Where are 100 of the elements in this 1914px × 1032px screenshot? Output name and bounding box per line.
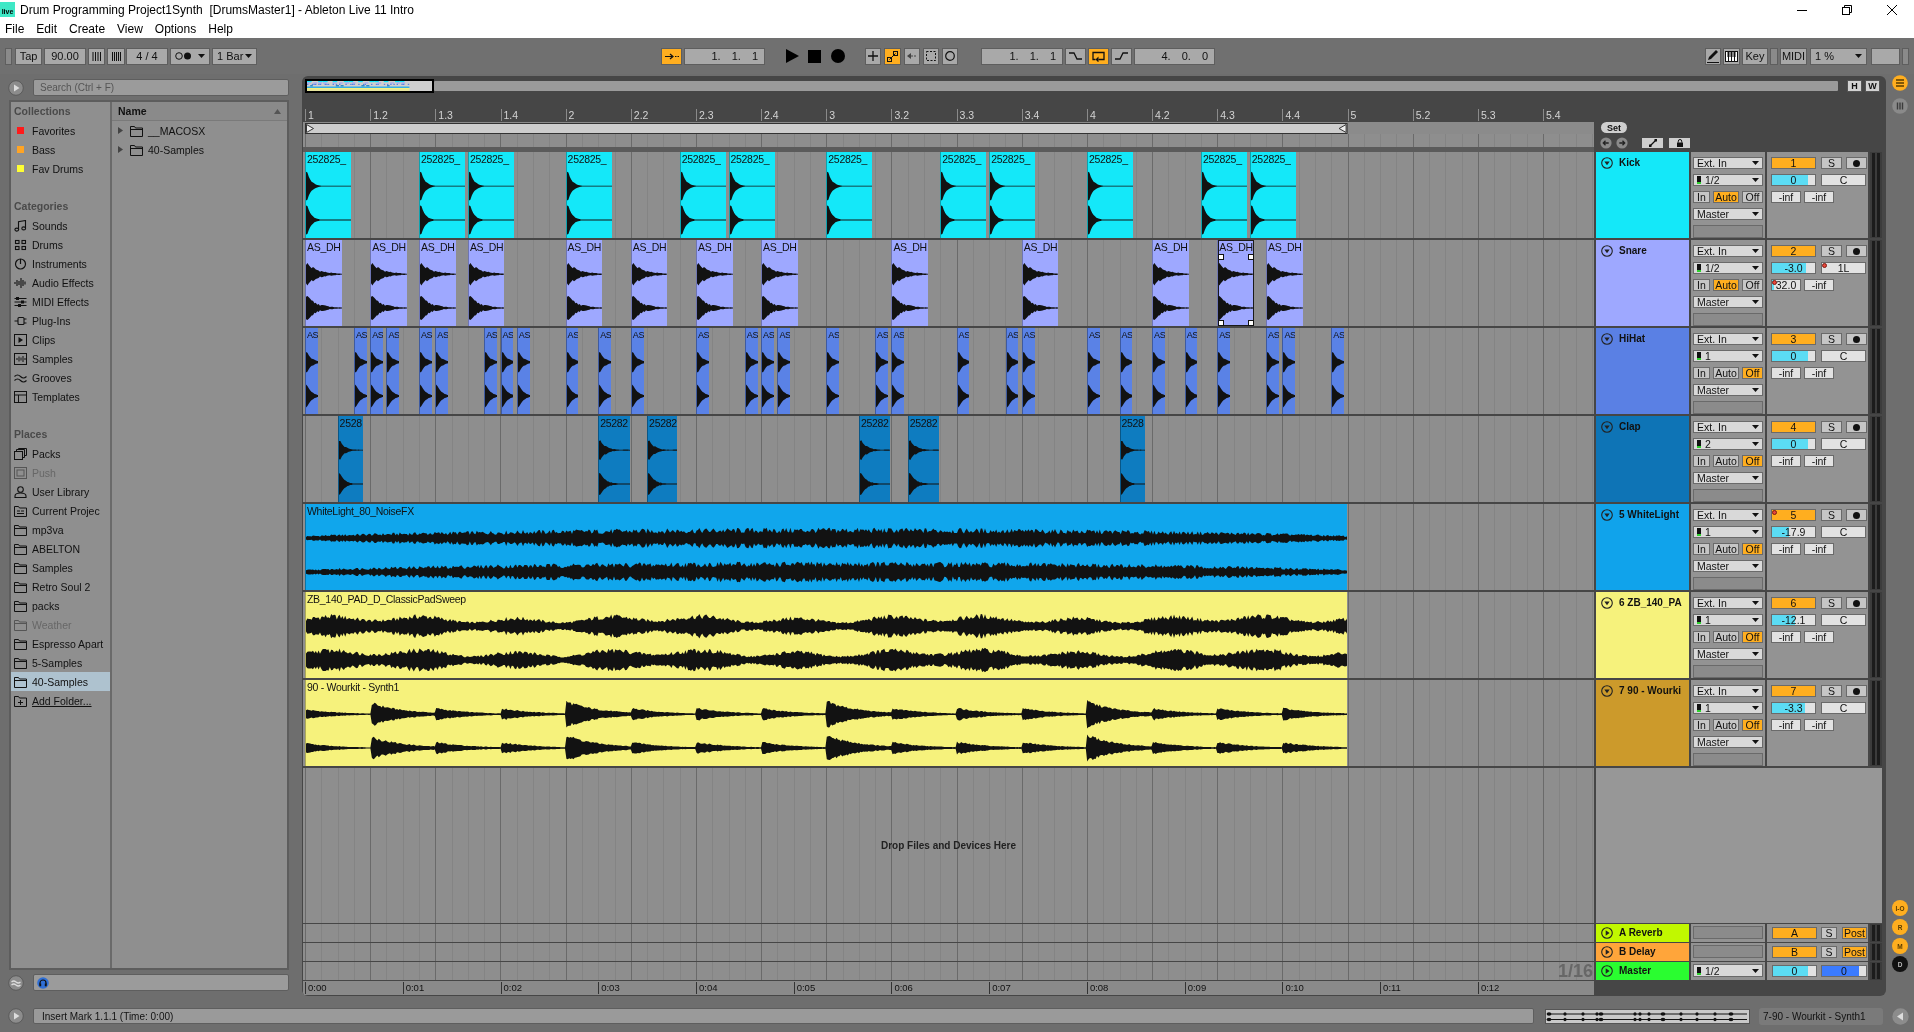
monitor-button[interactable]: Auto: [1713, 455, 1739, 467]
sidebar-item[interactable]: Samples: [11, 349, 110, 368]
track-header[interactable]: Kick: [1596, 152, 1689, 238]
audio-clip[interactable]: 252825_: [679, 152, 726, 238]
send-slider[interactable]: -inf: [1804, 279, 1834, 291]
audio-clip[interactable]: 252825_: [565, 152, 612, 238]
audio-clip[interactable]: AS: [891, 328, 905, 414]
loop-length-field[interactable]: 4. 0. 0: [1134, 47, 1215, 65]
solo-button[interactable]: S: [1821, 685, 1842, 697]
punch-in-button[interactable]: [1065, 47, 1086, 65]
tap-button[interactable]: Tap: [15, 47, 42, 65]
track-header[interactable]: B Delay: [1596, 943, 1689, 961]
send-slider[interactable]: -inf: [1771, 631, 1801, 643]
audio-clip[interactable]: AS_DH: [630, 240, 668, 326]
track-activator-button[interactable]: A: [1772, 927, 1817, 939]
volume-slider[interactable]: 0: [1771, 174, 1816, 186]
monitor-button[interactable]: Auto: [1713, 279, 1739, 291]
play-icon[interactable]: [786, 49, 799, 63]
monitor-button[interactable]: In: [1693, 367, 1710, 379]
audio-clip[interactable]: AS: [484, 328, 497, 414]
expand-icon[interactable]: [1601, 965, 1613, 977]
monitor-button[interactable]: In: [1693, 631, 1710, 643]
audio-clip[interactable]: 252825_: [1200, 152, 1248, 238]
track-header[interactable]: A Reverb: [1596, 924, 1689, 942]
monitor-button[interactable]: In: [1693, 543, 1710, 555]
send-slider[interactable]: -inf: [1771, 543, 1801, 555]
audio-clip[interactable]: AS: [875, 328, 888, 414]
monitor-button[interactable]: Auto: [1713, 631, 1739, 643]
collapse-icon[interactable]: [1601, 245, 1613, 257]
close-icon[interactable]: [1887, 4, 1897, 15]
arrow-circle-icon[interactable]: [8, 1008, 24, 1024]
track-activator-button[interactable]: 4: [1771, 421, 1816, 433]
volume-slider[interactable]: 0: [1771, 438, 1816, 450]
cue-volume-slider[interactable]: 0: [1821, 965, 1867, 977]
resize-handle[interactable]: [1247, 320, 1254, 326]
audio-clip[interactable]: AS: [630, 328, 644, 414]
arrow-circle-icon[interactable]: [8, 79, 24, 96]
solo-button[interactable]: S: [1821, 333, 1842, 345]
audio-clip[interactable]: 252825_: [305, 152, 352, 238]
audio-clip[interactable]: WhiteLight_80_NoiseFX: [305, 504, 1347, 590]
audio-clip[interactable]: 2528: [337, 416, 363, 502]
audio-clip[interactable]: AS: [777, 328, 791, 414]
pan-field[interactable]: 1L: [1821, 262, 1866, 274]
expand-icon[interactable]: [1601, 946, 1613, 958]
sidebar-item[interactable]: Sounds: [11, 216, 110, 235]
arm-button[interactable]: [1846, 245, 1867, 257]
track-header[interactable]: Clap: [1596, 416, 1689, 502]
audio-clip[interactable]: AS_DH: [467, 240, 505, 326]
stop-icon[interactable]: [808, 49, 821, 63]
sidebar-item[interactable]: 5-Samples: [11, 653, 110, 672]
time-signature-field[interactable]: 4 / 4: [126, 47, 168, 65]
sidebar-item[interactable]: Instruments: [11, 254, 110, 273]
draw-mode-button[interactable]: [1705, 47, 1721, 65]
audio-clip[interactable]: AS: [826, 328, 840, 414]
tempo-field[interactable]: 90.00: [44, 47, 86, 65]
resize-handle[interactable]: [1218, 320, 1225, 326]
column-header[interactable]: Name: [112, 102, 287, 121]
collapse-icon[interactable]: [1601, 685, 1613, 697]
menu-item[interactable]: File: [5, 21, 25, 36]
sidebar-item[interactable]: mp3va: [11, 520, 110, 539]
arm-button[interactable]: [1846, 509, 1867, 521]
pan-field[interactable]: C: [1821, 350, 1866, 362]
track-activator-button[interactable]: 3: [1771, 333, 1816, 345]
sidebar-item[interactable]: MIDI Effects: [11, 292, 110, 311]
automation-arm-button[interactable]: [884, 47, 901, 65]
record-icon[interactable]: [831, 49, 845, 63]
send-slider[interactable]: -inf: [1771, 367, 1801, 379]
metronome-dropdown[interactable]: [170, 47, 210, 65]
audio-clip[interactable]: 25282: [907, 416, 940, 502]
output-dropdown[interactable]: Master: [1693, 208, 1763, 220]
routing-field[interactable]: [1693, 926, 1763, 939]
monitor-button[interactable]: In: [1693, 455, 1710, 467]
sidebar-item[interactable]: Plug-Ins: [11, 311, 110, 330]
solo-button[interactable]: S: [1821, 946, 1837, 958]
solo-button[interactable]: S: [1821, 509, 1842, 521]
audio-clip[interactable]: AS: [696, 328, 709, 414]
restore-icon[interactable]: [1842, 4, 1852, 15]
audio-clip[interactable]: AS_DH: [305, 240, 342, 326]
collapse-icon[interactable]: [1601, 597, 1613, 609]
sidebar-item[interactable]: Grooves: [11, 368, 110, 387]
sidebar-item[interactable]: packs: [11, 596, 110, 615]
follow-button[interactable]: [661, 47, 682, 65]
audio-clip[interactable]: AS: [386, 328, 400, 414]
send-slider[interactable]: -inf: [1804, 455, 1834, 467]
audio-clip[interactable]: AS: [1005, 328, 1019, 414]
set-button[interactable]: Set: [1601, 122, 1627, 133]
audio-clip[interactable]: AS: [761, 328, 774, 414]
sidebar-item[interactable]: Fav Drums: [11, 159, 110, 178]
output-dropdown[interactable]: Master: [1693, 560, 1763, 572]
arm-button[interactable]: [1846, 597, 1867, 609]
monitor-button[interactable]: Auto: [1713, 719, 1739, 731]
audio-clip[interactable]: AS: [435, 328, 449, 414]
search-field[interactable]: Search (Ctrl + F): [33, 79, 289, 96]
output-dropdown[interactable]: Master: [1693, 648, 1763, 660]
volume-slider[interactable]: 0: [1772, 965, 1817, 977]
post-button[interactable]: Post: [1842, 927, 1867, 939]
audio-clip[interactable]: AS: [565, 328, 579, 414]
monitor-button[interactable]: In: [1693, 279, 1710, 291]
send-slider[interactable]: -inf: [1771, 455, 1801, 467]
audio-clip[interactable]: AS: [1282, 328, 1296, 414]
